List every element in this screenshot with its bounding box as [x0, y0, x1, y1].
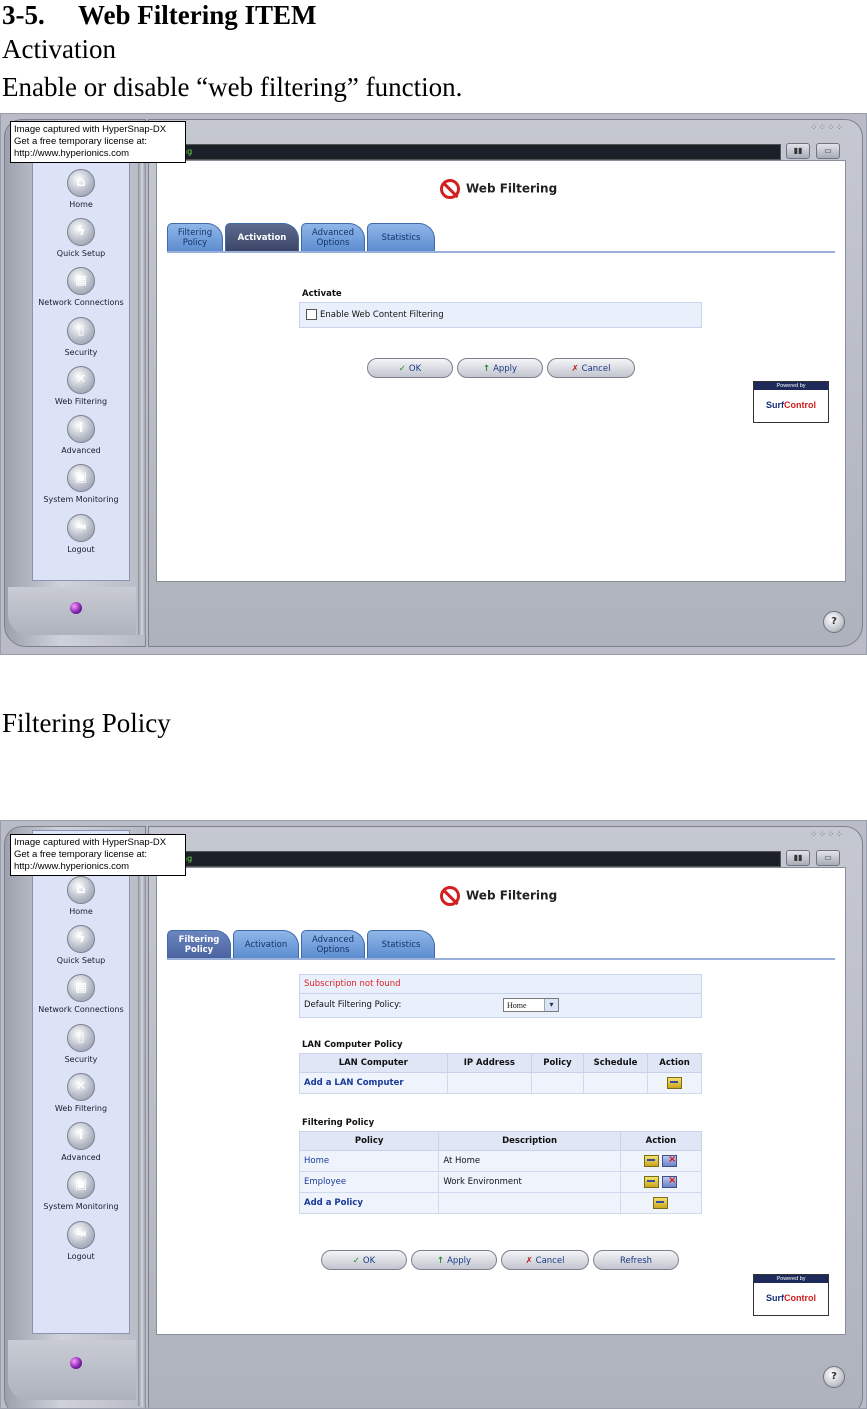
section-heading: 3-5. Web Filtering ITEM — [2, 0, 317, 30]
filtering-policy-label: Filtering Policy — [2, 708, 171, 738]
activation-screenshot: ⌂ Home ϟ Quick Setup ▦ Network Connections … — [0, 113, 867, 655]
filtering-policy-screenshot: ⌂ Home ϟ Quick Setup ▦ Network Connections … — [0, 820, 867, 1409]
section-title: Web Filtering ITEM — [78, 0, 317, 30]
activation-label: Activation — [2, 34, 116, 64]
activation-description: Enable or disable “web filtering” functi… — [2, 72, 463, 102]
section-number: 3-5. — [2, 0, 45, 30]
